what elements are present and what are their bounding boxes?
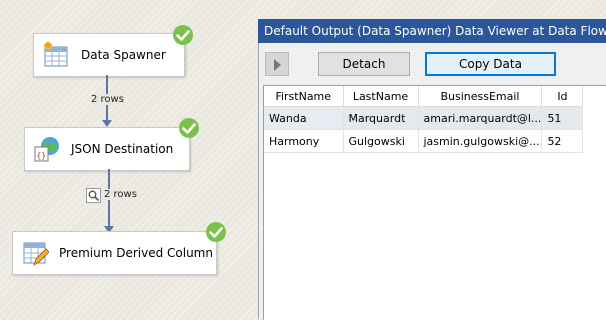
table-sparkle-icon <box>42 41 70 69</box>
table-cell[interactable]: amari.marquardt@l... <box>418 106 543 130</box>
task-premium-derived-column[interactable]: Premium Derived Column <box>12 231 217 275</box>
table-cell[interactable]: 52 <box>541 129 584 153</box>
json-globe-icon: {} <box>33 135 61 163</box>
task-json-destination[interactable]: {} JSON Destination <box>24 127 190 171</box>
magnifier-icon[interactable] <box>86 188 101 203</box>
column-header-id[interactable]: Id <box>541 86 584 107</box>
data-table: FirstName LastName BusinessEmail Id Wand… <box>264 86 584 153</box>
task-label: JSON Destination <box>71 142 174 156</box>
detach-button[interactable]: Detach <box>318 52 410 76</box>
path-row-count: 2 rows <box>90 94 125 105</box>
path-row-count: 2 rows <box>103 189 138 200</box>
data-viewer-title[interactable]: Default Output (Data Spawner) Data Viewe… <box>258 19 606 43</box>
table-cell[interactable]: Wanda <box>264 106 344 130</box>
table-pencil-icon <box>21 239 50 267</box>
table-row[interactable]: Wanda Marquardt amari.marquardt@l... 51 <box>264 106 584 130</box>
column-header-businessemail[interactable]: BusinessEmail <box>418 86 543 107</box>
table-row[interactable]: Harmony Gulgowski jasmin.gulgowski@... 5… <box>264 129 584 153</box>
task-label: Premium Derived Column <box>59 246 213 260</box>
table-cell[interactable]: Gulgowski <box>343 129 419 153</box>
path-arrowhead <box>102 120 112 127</box>
column-header-firstname[interactable]: FirstName <box>264 86 344 107</box>
data-flow-canvas[interactable]: Data Spawner 2 rows {} JSON Destination … <box>0 0 258 319</box>
table-cell[interactable]: Harmony <box>264 129 344 153</box>
success-check-icon <box>172 24 194 46</box>
success-check-icon <box>205 221 227 243</box>
svg-text:{}: {} <box>37 151 47 160</box>
header-row: FirstName LastName BusinessEmail Id <box>264 86 584 107</box>
table-cell[interactable]: Marquardt <box>343 106 419 130</box>
table-cell[interactable]: jasmin.gulgowski@... <box>418 129 543 153</box>
play-icon[interactable] <box>265 52 289 76</box>
copy-data-button[interactable]: Copy Data <box>425 52 556 76</box>
task-label: Data Spawner <box>81 48 166 62</box>
table-cell[interactable]: 51 <box>541 106 584 130</box>
data-grid[interactable]: FirstName LastName BusinessEmail Id Wand… <box>263 85 606 320</box>
column-header-lastname[interactable]: LastName <box>343 86 419 107</box>
success-check-icon <box>178 117 200 139</box>
task-data-spawner[interactable]: Data Spawner <box>33 33 185 77</box>
